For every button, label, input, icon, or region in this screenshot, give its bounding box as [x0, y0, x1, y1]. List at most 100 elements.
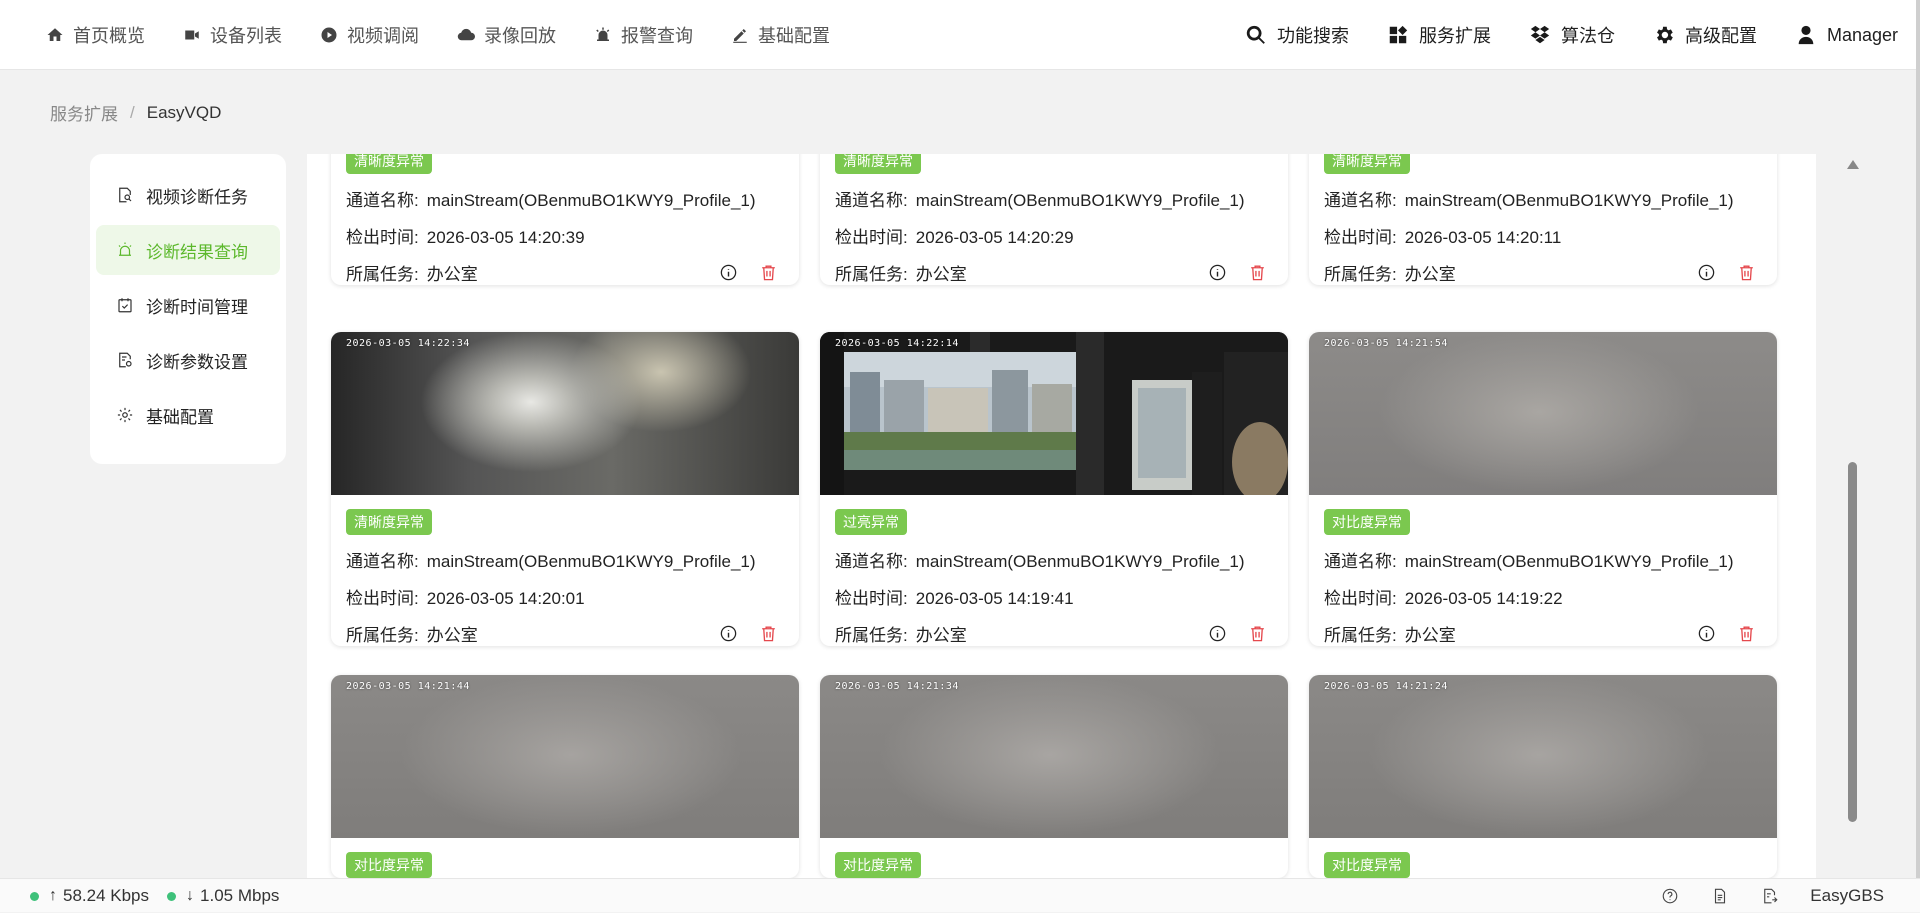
result-card[interactable]: 2026-03-05 14:22:34 清晰度异常 通道名称: mainStrea…	[331, 332, 799, 646]
time-line: 检出时间: 2026-03-05 14:20:01	[346, 589, 585, 608]
channel-line: 通道名称: mainStream(OBenmuBO1KWY9_Profile_1)	[1324, 552, 1734, 571]
nav-playback[interactable]: 录像回放	[457, 22, 556, 48]
info-icon[interactable]	[1696, 263, 1716, 283]
breadcrumb-separator: /	[130, 102, 135, 122]
nav-basic-config[interactable]: 基础配置	[731, 22, 830, 48]
status-badge: 对比度异常	[1324, 852, 1410, 878]
dropbox-icon	[1530, 25, 1550, 44]
doc-settings-icon	[119, 352, 132, 368]
sidebar-item-diagnosis-parameter-settings[interactable]: 诊断参数设置	[96, 335, 280, 385]
snapshot-image[interactable]: 2026-03-05 14:21:24	[1309, 675, 1777, 838]
delete-icon[interactable]	[1247, 263, 1267, 283]
snapshot-image[interactable]: 2026-03-05 14:22:34	[331, 332, 799, 495]
snapshot-image[interactable]: 2026-03-05 14:21:34	[820, 675, 1288, 838]
nav-advanced-config[interactable]: 高级配置	[1653, 22, 1757, 48]
snapshot-image[interactable]: 2026-03-05 14:22:14	[820, 332, 1288, 495]
cloud-icon	[457, 28, 475, 41]
breadcrumb: 服务扩展 / EasyVQD	[50, 100, 221, 125]
breadcrumb-current: EasyVQD	[146, 102, 222, 122]
time-line: 检出时间: 2026-03-05 14:20:29	[835, 228, 1074, 247]
status-tools: EasyGBS	[1660, 879, 1884, 913]
info-icon[interactable]	[1696, 624, 1716, 644]
status-badge: 过亮异常	[835, 509, 907, 535]
user-menu[interactable]: Manager	[1795, 24, 1898, 46]
result-card[interactable]: 2026-03-05 14:22:14 过亮异常 通道名称: mainStream…	[820, 332, 1288, 646]
delete-icon[interactable]	[758, 624, 778, 644]
result-card[interactable]: 2026-03-05 14:21:44 对比度异常	[331, 675, 799, 878]
snapshot-timestamp: 2026-03-05 14:21:44	[346, 681, 470, 692]
status-badge: 清晰度异常	[346, 509, 432, 535]
scroll-up-arrow-icon[interactable]	[1847, 160, 1859, 169]
result-card[interactable]: 清晰度异常 通道名称: mainStream(OBenmuBO1KWY9_Prof…	[820, 154, 1288, 285]
info-icon[interactable]	[718, 624, 738, 644]
alarm-icon	[596, 27, 610, 41]
sidebar-item-basic-config[interactable]: 基础配置	[96, 390, 280, 440]
sidebar-item-diagnosis-time-management[interactable]: 诊断时间管理	[96, 280, 280, 330]
online-dot-icon	[30, 891, 39, 901]
result-card[interactable]: 清晰度异常 通道名称: mainStream(OBenmuBO1KWY9_Prof…	[1309, 154, 1777, 285]
status-badge: 清晰度异常	[1324, 154, 1410, 174]
delete-icon[interactable]	[1247, 624, 1267, 644]
main-menu: 首页概览 设备列表 视频调阅 录像回放 报警查询 基础配置	[46, 0, 868, 70]
time-line: 检出时间: 2026-03-05 14:19:41	[835, 589, 1074, 608]
status-badge: 对比度异常	[835, 852, 921, 878]
delete-icon[interactable]	[758, 263, 778, 283]
result-card[interactable]: 清晰度异常 通道名称: mainStream(OBenmuBO1KWY9_Prof…	[331, 154, 799, 285]
gear-icon	[117, 407, 133, 423]
channel-line: 通道名称: mainStream(OBenmuBO1KWY9_Profile_1)	[835, 191, 1245, 210]
time-line: 检出时间: 2026-03-05 14:19:22	[1324, 589, 1563, 608]
snapshot-timestamp: 2026-03-05 14:21:34	[835, 681, 959, 692]
top-navigation-bar: 首页概览 设备列表 视频调阅 录像回放 报警查询 基础配置 功能搜索 服务扩展 …	[0, 0, 1920, 70]
edit-icon	[733, 29, 747, 43]
time-line: 检出时间: 2026-03-05 14:20:11	[1324, 228, 1562, 247]
info-icon[interactable]	[1207, 624, 1227, 644]
document-icon[interactable]	[1710, 886, 1730, 906]
snapshot-timestamp: 2026-03-05 14:21:54	[1324, 338, 1448, 349]
download-rate: ↓ 1.05 Mbps	[167, 886, 279, 906]
search-icon	[1246, 25, 1265, 44]
user-icon	[1798, 25, 1814, 45]
info-icon[interactable]	[1207, 263, 1227, 283]
task-line: 所属任务: 办公室	[835, 621, 1273, 646]
network-status: ↑ 58.24 Kbps ↓ 1.05 Mbps	[30, 879, 297, 913]
time-line: 检出时间: 2026-03-05 14:20:39	[346, 228, 585, 247]
scrollbar-thumb[interactable]	[1848, 462, 1857, 822]
sidebar-item-diagnosis-result-query[interactable]: 诊断结果查询	[96, 225, 280, 275]
channel-line: 通道名称: mainStream(OBenmuBO1KWY9_Profile_1)	[346, 191, 756, 210]
delete-icon[interactable]	[1736, 624, 1756, 644]
alarm-lamp-icon	[118, 242, 132, 256]
snapshot-image[interactable]: 2026-03-05 14:21:54	[1309, 332, 1777, 495]
status-badge: 清晰度异常	[835, 154, 921, 174]
nav-video-view[interactable]: 视频调阅	[320, 22, 419, 48]
nav-service-extension[interactable]: 服务扩展	[1387, 22, 1491, 48]
task-line: 所属任务: 办公室	[835, 260, 1273, 285]
result-card[interactable]: 2026-03-05 14:21:34 对比度异常	[820, 675, 1288, 878]
delete-icon[interactable]	[1736, 263, 1756, 283]
nav-alarm-query[interactable]: 报警查询	[594, 22, 693, 48]
info-icon[interactable]	[718, 263, 738, 283]
nav-algorithm-warehouse[interactable]: 算法仓	[1529, 22, 1615, 48]
snapshot-timestamp: 2026-03-05 14:22:14	[835, 338, 959, 349]
breadcrumb-parent[interactable]: 服务扩展	[50, 100, 118, 125]
channel-line: 通道名称: mainStream(OBenmuBO1KWY9_Profile_1)	[346, 552, 756, 571]
snapshot-timestamp: 2026-03-05 14:22:34	[346, 338, 470, 349]
window-view-picture	[820, 332, 1288, 495]
snapshot-image[interactable]: 2026-03-05 14:21:44	[331, 675, 799, 838]
status-badge: 清晰度异常	[346, 154, 432, 174]
nav-device-list[interactable]: 设备列表	[183, 22, 282, 48]
sidebar-item-video-diagnosis-task[interactable]: 视频诊断任务	[96, 170, 280, 220]
export-icon[interactable]	[1760, 886, 1780, 906]
sidebar: 视频诊断任务 诊断结果查询 诊断时间管理 诊断参数设置 基础配置	[90, 154, 286, 464]
help-icon[interactable]	[1660, 886, 1680, 906]
vertical-scrollbar[interactable]	[1844, 154, 1860, 878]
nav-function-search[interactable]: 功能搜索	[1245, 22, 1349, 48]
task-line: 所属任务: 办公室	[346, 621, 784, 646]
task-search-icon	[119, 187, 132, 203]
result-card[interactable]: 2026-03-05 14:21:24 对比度异常	[1309, 675, 1777, 878]
snapshot-timestamp: 2026-03-05 14:21:24	[1324, 681, 1448, 692]
arrow-down-icon: ↓	[186, 887, 195, 904]
online-dot-icon	[167, 891, 177, 901]
nav-home[interactable]: 首页概览	[46, 22, 145, 48]
channel-line: 通道名称: mainStream(OBenmuBO1KWY9_Profile_1)	[835, 552, 1245, 571]
result-card[interactable]: 2026-03-05 14:21:54 对比度异常 通道名称: mainStrea…	[1309, 332, 1777, 646]
